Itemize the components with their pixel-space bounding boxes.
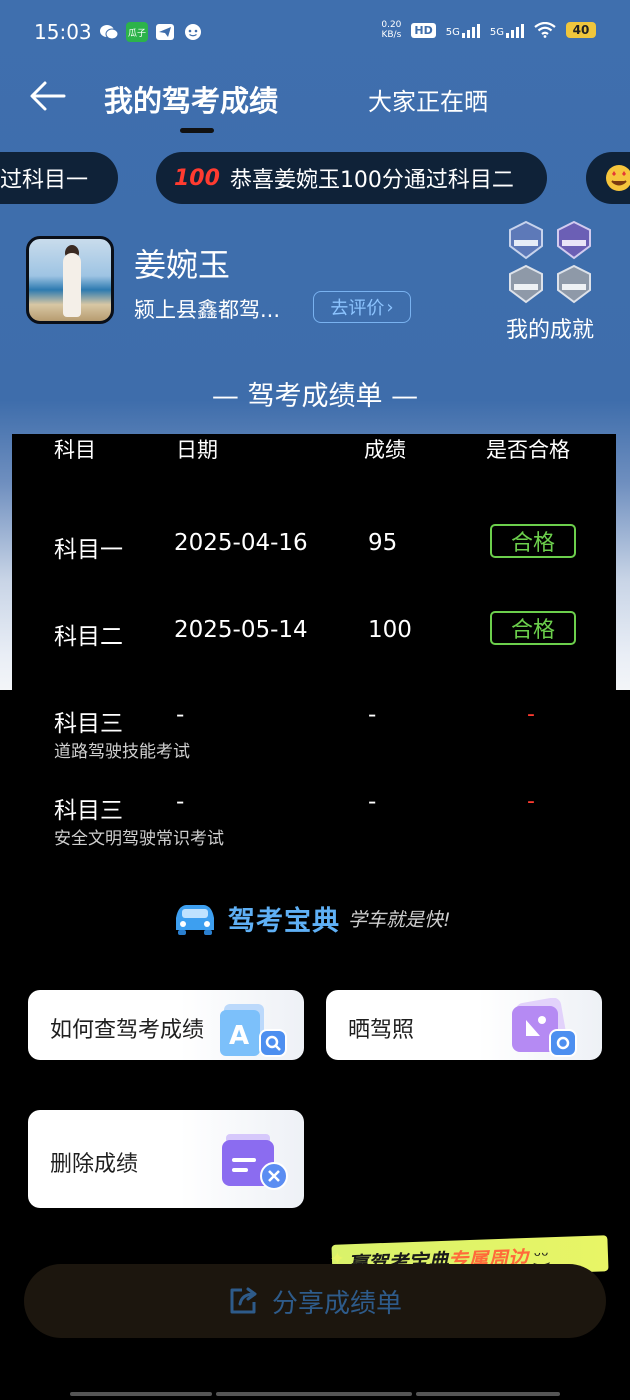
row-subject: 科目三 bbox=[54, 711, 123, 737]
signal-label-1: 5G bbox=[445, 27, 460, 38]
achievement-badge-2-icon bbox=[557, 220, 591, 260]
row-subject: 科目二 bbox=[54, 624, 123, 650]
row-score: - bbox=[368, 702, 377, 728]
star-eyes-emoji-icon bbox=[606, 165, 630, 191]
row-score: 95 bbox=[368, 530, 398, 556]
rate-button[interactable]: 去评价 › bbox=[313, 291, 411, 323]
ticker-item[interactable]: 100 恭喜姜婉玉100分通过科目二 bbox=[156, 152, 547, 204]
back-button[interactable] bbox=[28, 78, 68, 114]
row-date: - bbox=[176, 702, 185, 728]
net-speed-unit: KB/s bbox=[381, 30, 402, 40]
show-license-tile[interactable]: 晒驾照 bbox=[326, 990, 602, 1060]
signal-bars-icon bbox=[506, 22, 524, 38]
my-achievements-label[interactable]: 我的成就 bbox=[506, 312, 594, 344]
gua-zi-icon: 瓜子 bbox=[126, 22, 148, 42]
row-date: 2025-05-14 bbox=[174, 617, 308, 643]
signal-bars-icon bbox=[461, 22, 480, 38]
hundred-points-icon: 100 bbox=[174, 165, 220, 191]
row-result: - bbox=[527, 702, 535, 727]
photo-camera-icon bbox=[512, 998, 577, 1057]
svg-text:A: A bbox=[229, 1021, 249, 1051]
telegram-icon bbox=[154, 22, 176, 42]
delete-record-icon bbox=[222, 1134, 288, 1190]
rate-button-label: 去评价 bbox=[330, 298, 385, 319]
achievement-badge-3-icon bbox=[509, 264, 543, 304]
col-header-subject: 科目 bbox=[54, 438, 96, 462]
status-bar: 15:03 瓜子 0.20 KB/s HD 5G 5G 40 bbox=[0, 0, 630, 68]
brand-logo: 驾考宝典 学车就是快! bbox=[170, 898, 451, 938]
battery-icon: 40 bbox=[566, 22, 596, 38]
delete-score-label: 删除成绩 bbox=[50, 1152, 139, 1177]
row-date: - bbox=[176, 789, 185, 815]
hd-icon: HD bbox=[411, 22, 436, 38]
pass-badge: 合格 bbox=[490, 611, 576, 645]
notification-icons: 瓜子 bbox=[98, 22, 204, 42]
row-score: - bbox=[368, 789, 377, 815]
congrats-ticker: 过科目一 100 恭喜姜婉玉100分通过科目二 bbox=[0, 152, 630, 206]
net-speed: 0.20 KB/s bbox=[381, 20, 401, 40]
share-button-label: 分享成绩单 bbox=[271, 1288, 402, 1319]
check-score-tile[interactable]: 如何查驾考成绩 A bbox=[28, 990, 304, 1060]
achievement-badges[interactable] bbox=[506, 220, 598, 306]
score-sheet-title: — 驾考成绩单 — bbox=[211, 381, 419, 412]
pass-badge: 合格 bbox=[490, 524, 576, 558]
brand-slogan: 学车就是快! bbox=[348, 908, 451, 931]
show-license-label: 晒驾照 bbox=[348, 1018, 415, 1043]
wifi-icon bbox=[534, 22, 556, 38]
achievement-badge-1-icon bbox=[509, 220, 543, 260]
col-header-score: 成绩 bbox=[364, 438, 406, 462]
signal-label-2: 5G bbox=[489, 27, 504, 38]
avatar-figure-body bbox=[63, 253, 81, 317]
row-subject: 科目一 bbox=[54, 537, 123, 563]
status-time: 15:03 bbox=[34, 20, 92, 44]
status-right: 0.20 KB/s HD 5G 5G 40 bbox=[381, 20, 596, 40]
share-score-button[interactable]: 分享成绩单 bbox=[24, 1264, 606, 1338]
check-score-label: 如何查驾考成绩 bbox=[50, 1018, 205, 1043]
row-subtitle: 道路驾驶技能考试 bbox=[54, 742, 190, 762]
avatar[interactable] bbox=[26, 236, 114, 324]
row-score: 100 bbox=[368, 617, 412, 643]
delete-score-tile[interactable]: 删除成绩 bbox=[28, 1110, 304, 1208]
tab-my-scores[interactable]: 我的驾考成绩 bbox=[104, 78, 278, 120]
score-sheet-card bbox=[12, 434, 616, 968]
net-speed-value: 0.20 bbox=[381, 20, 402, 30]
chevron-right-icon: › bbox=[386, 296, 394, 318]
car-logo-icon bbox=[176, 905, 214, 935]
signal-5g-1: 5G bbox=[446, 22, 480, 38]
ticker-item-label: 过科目一 bbox=[0, 168, 89, 193]
ticker-item-label: 恭喜姜婉玉100分通过科目二 bbox=[229, 168, 514, 193]
achievement-badge-4-icon bbox=[557, 264, 591, 304]
user-name: 姜婉玉 bbox=[134, 246, 231, 284]
tab-indicator bbox=[180, 128, 214, 133]
driving-school-name[interactable]: 颍上县鑫都驾... bbox=[134, 294, 280, 324]
home-indicator bbox=[216, 1392, 412, 1396]
share-icon bbox=[230, 1287, 257, 1314]
face-icon bbox=[182, 22, 204, 42]
col-header-pass: 是否合格 bbox=[486, 438, 570, 462]
ticker-item[interactable]: 过科目一 bbox=[0, 152, 118, 204]
signal-5g-2: 5G bbox=[490, 22, 524, 38]
home-indicator bbox=[70, 1392, 212, 1396]
col-header-date: 日期 bbox=[176, 438, 218, 462]
ticker-item[interactable] bbox=[586, 152, 630, 204]
row-subject: 科目三 bbox=[54, 798, 123, 824]
tab-everyone-sharing[interactable]: 大家正在晒 bbox=[368, 82, 488, 117]
row-date: 2025-04-16 bbox=[174, 530, 308, 556]
home-indicator bbox=[416, 1392, 560, 1396]
row-subtitle: 安全文明驾驶常识考试 bbox=[54, 829, 224, 849]
row-result: - bbox=[527, 789, 535, 814]
search-document-icon: A bbox=[220, 1004, 287, 1057]
wechat-icon bbox=[98, 22, 120, 42]
brand-name: 驾考宝典 bbox=[228, 905, 340, 937]
arrow-left-icon bbox=[30, 81, 66, 111]
